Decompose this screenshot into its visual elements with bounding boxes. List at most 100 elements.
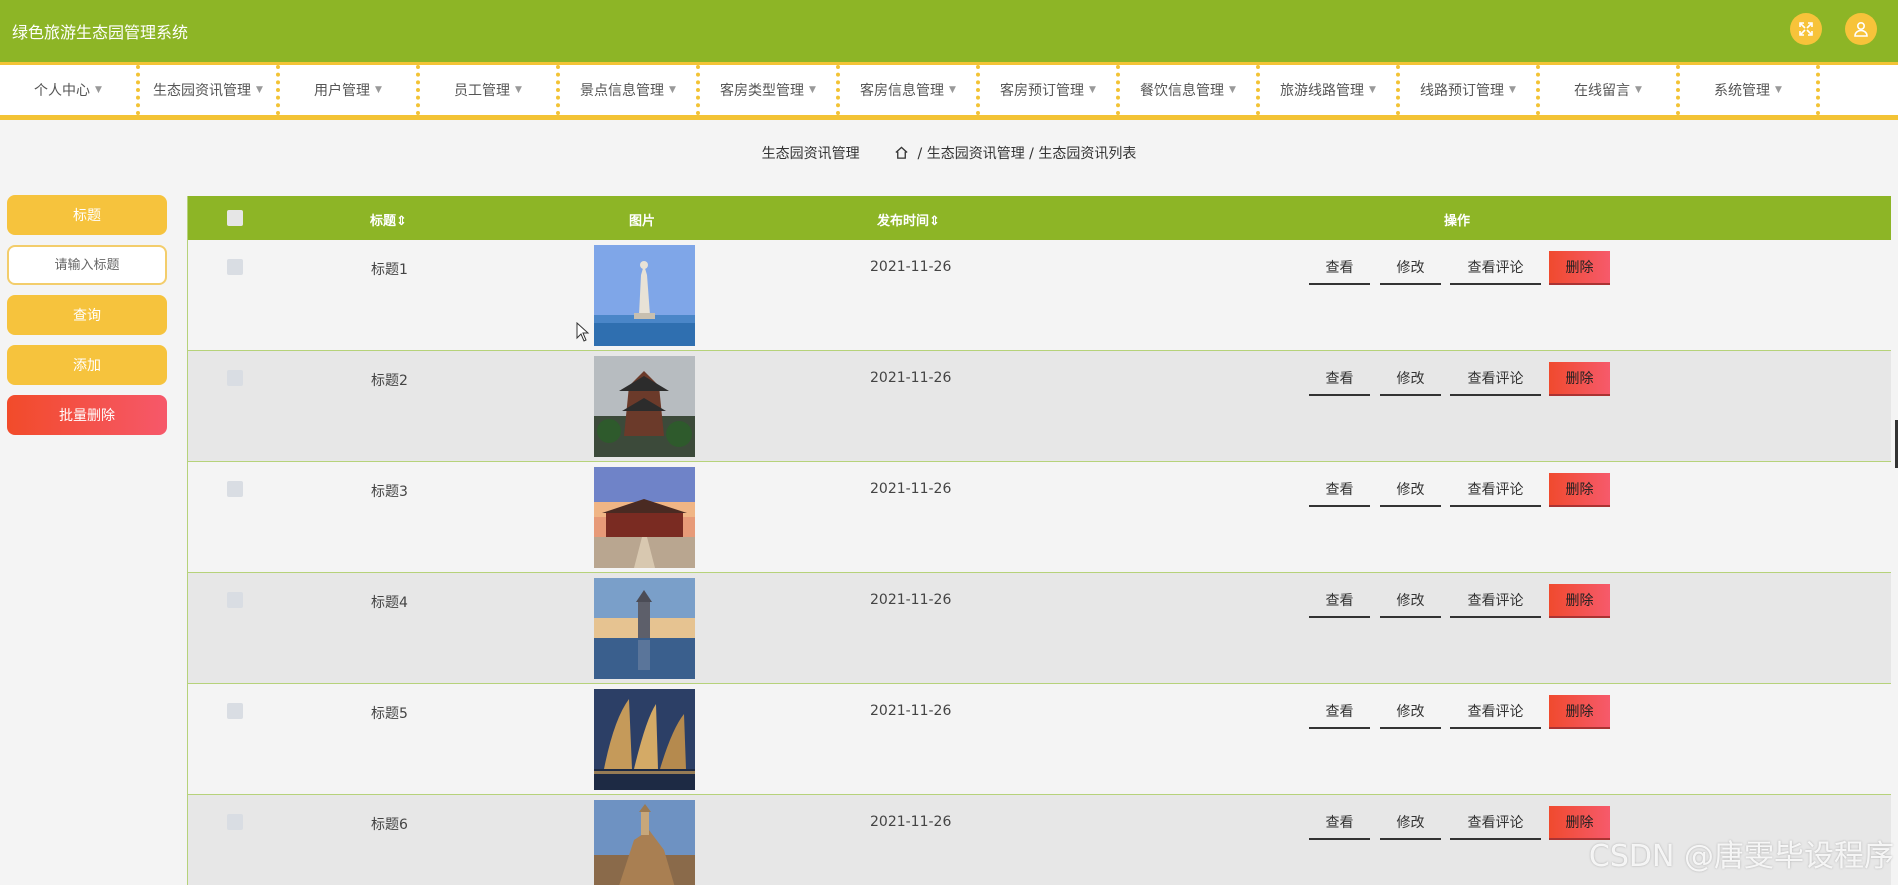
row-title: 标题3 <box>371 484 408 500</box>
chevron-down-icon: ▼ <box>1509 85 1516 95</box>
nav-item-rooms[interactable]: 客房信息管理 ▼ <box>840 65 980 115</box>
add-button[interactable]: 添加 <box>7 345 167 385</box>
view-comments-button[interactable]: 查看评论 <box>1450 251 1541 285</box>
chevron-down-icon: ▼ <box>809 85 816 95</box>
chevron-down-icon: ▼ <box>1635 85 1642 95</box>
chevron-down-icon: ▼ <box>515 85 522 95</box>
table-row: 标题1 2021-11-26 查看 修改 查看评论 删除 <box>188 240 1891 351</box>
view-button[interactable]: 查看 <box>1309 473 1370 507</box>
row-checkbox[interactable] <box>227 814 243 830</box>
header-image: 图片 <box>629 214 656 229</box>
nav-item-room-types[interactable]: 客房类型管理 ▼ <box>700 65 840 115</box>
user-icon[interactable] <box>1845 13 1877 45</box>
row-checkbox[interactable] <box>227 592 243 608</box>
pagoda-lake-photo <box>594 578 695 679</box>
nav-item-room-booking[interactable]: 客房预订管理 ▼ <box>980 65 1120 115</box>
app-title: 绿色旅游生态园管理系统 <box>12 23 189 42</box>
table-row: 标题3 2021-11-26 查看 修改 查看评论 删除 <box>188 462 1891 573</box>
chevron-down-icon: ▼ <box>949 85 956 95</box>
row-title: 标题6 <box>371 817 408 833</box>
batch-delete-button[interactable]: 批量删除 <box>7 395 167 435</box>
view-button[interactable]: 查看 <box>1309 362 1370 396</box>
edit-button[interactable]: 修改 <box>1380 806 1441 840</box>
row-title: 标题5 <box>371 706 408 722</box>
edit-button[interactable]: 修改 <box>1380 695 1441 729</box>
edit-button[interactable]: 修改 <box>1380 473 1441 507</box>
table-row: 标题2 2021-11-26 查看 修改 查看评论 删除 <box>188 351 1891 462</box>
breadcrumb-level2: / 生态园资讯列表 <box>1029 146 1137 162</box>
row-checkbox[interactable] <box>227 370 243 386</box>
nav-item-staff[interactable]: 员工管理 ▼ <box>420 65 560 115</box>
sail-buildings-night-photo <box>594 689 695 790</box>
chevron-down-icon: ▼ <box>1775 85 1782 95</box>
chevron-down-icon: ▼ <box>669 85 676 95</box>
row-checkbox[interactable] <box>227 259 243 275</box>
home-icon[interactable] <box>894 145 909 160</box>
fullscreen-icon[interactable] <box>1790 13 1822 45</box>
title-field-label: 标题 <box>7 195 167 235</box>
nav-item-users[interactable]: 用户管理 ▼ <box>280 65 420 115</box>
nav-item-news[interactable]: 生态园资讯管理 ▼ <box>140 65 280 115</box>
delete-button[interactable]: 删除 <box>1549 251 1610 285</box>
search-button[interactable]: 查询 <box>7 295 167 335</box>
table-header: 标题⇕ 图片 发布时间⇕ 操作 <box>188 196 1891 240</box>
delete-button[interactable]: 删除 <box>1549 473 1610 507</box>
chevron-down-icon: ▼ <box>95 85 102 95</box>
row-date: 2021-11-26 <box>870 259 952 275</box>
header-title[interactable]: 标题⇕ <box>370 210 407 229</box>
chevron-down-icon: ▼ <box>375 85 382 95</box>
row-date: 2021-11-26 <box>870 814 952 830</box>
view-comments-button[interactable]: 查看评论 <box>1450 362 1541 396</box>
row-date: 2021-11-26 <box>870 481 952 497</box>
row-checkbox[interactable] <box>227 481 243 497</box>
view-comments-button[interactable]: 查看评论 <box>1450 473 1541 507</box>
palace-gate-sunset-photo <box>594 467 695 568</box>
view-comments-button[interactable]: 查看评论 <box>1450 695 1541 729</box>
row-checkbox[interactable] <box>227 703 243 719</box>
page-title: 生态园资讯管理 <box>761 146 860 162</box>
guanyin-statue-photo <box>594 245 695 346</box>
table-row: 标题5 2021-11-26 查看 修改 查看评论 删除 <box>188 684 1891 795</box>
chevron-down-icon: ▼ <box>256 85 263 95</box>
news-table: 标题⇕ 图片 发布时间⇕ 操作 标题1 2021-11-26 查看 修改 查看评… <box>187 196 1891 885</box>
row-date: 2021-11-26 <box>870 592 952 608</box>
row-date: 2021-11-26 <box>870 703 952 719</box>
select-all-checkbox[interactable] <box>227 210 243 226</box>
view-button[interactable]: 查看 <box>1309 806 1370 840</box>
watermark: CSDN @唐雯毕设程序 <box>1588 839 1894 874</box>
breadcrumb-level1[interactable]: / 生态园资讯管理 <box>918 146 1025 162</box>
row-date: 2021-11-26 <box>870 370 952 386</box>
top-bar: 绿色旅游生态园管理系统 <box>0 0 1898 62</box>
edit-button[interactable]: 修改 <box>1380 584 1441 618</box>
view-comments-button[interactable]: 查看评论 <box>1450 806 1541 840</box>
chevron-down-icon: ▼ <box>1089 85 1096 95</box>
sort-icon: ⇕ <box>929 214 940 229</box>
pavilion-tower-photo <box>594 356 695 457</box>
delete-button[interactable]: 删除 <box>1549 362 1610 396</box>
main-nav: 个人中心 ▼ 生态园资讯管理 ▼ 用户管理 ▼ 员工管理 ▼ 景点信息管理 ▼ 客房类型管… <box>0 62 1898 120</box>
delete-button[interactable]: 删除 <box>1549 584 1610 618</box>
edit-button[interactable]: 修改 <box>1380 251 1441 285</box>
edit-button[interactable]: 修改 <box>1380 362 1441 396</box>
sort-icon: ⇕ <box>396 214 407 229</box>
delete-button[interactable]: 删除 <box>1549 695 1610 729</box>
nav-item-messages[interactable]: 在线留言 ▼ <box>1540 65 1680 115</box>
nav-item-dining[interactable]: 餐饮信息管理 ▼ <box>1120 65 1260 115</box>
view-button[interactable]: 查看 <box>1309 251 1370 285</box>
title-search-input[interactable] <box>7 245 167 285</box>
header-actions: 操作 <box>1444 214 1471 229</box>
table-row: 标题4 2021-11-26 查看 修改 查看评论 删除 <box>188 573 1891 684</box>
nav-item-routes[interactable]: 旅游线路管理 ▼ <box>1260 65 1400 115</box>
nav-item-system[interactable]: 系统管理 ▼ <box>1680 65 1820 115</box>
nav-item-personal-center[interactable]: 个人中心 ▼ <box>0 65 140 115</box>
chevron-down-icon: ▼ <box>1369 85 1376 95</box>
row-title: 标题4 <box>371 595 408 611</box>
view-button[interactable]: 查看 <box>1309 695 1370 729</box>
view-button[interactable]: 查看 <box>1309 584 1370 618</box>
breadcrumb: 生态园资讯管理 / 生态园资讯管理 / 生态园资讯列表 <box>0 143 1898 163</box>
nav-item-route-booking[interactable]: 线路预订管理 ▼ <box>1400 65 1540 115</box>
nav-item-attractions[interactable]: 景点信息管理 ▼ <box>560 65 700 115</box>
row-title: 标题1 <box>371 262 408 278</box>
header-date[interactable]: 发布时间⇕ <box>877 210 940 229</box>
view-comments-button[interactable]: 查看评论 <box>1450 584 1541 618</box>
